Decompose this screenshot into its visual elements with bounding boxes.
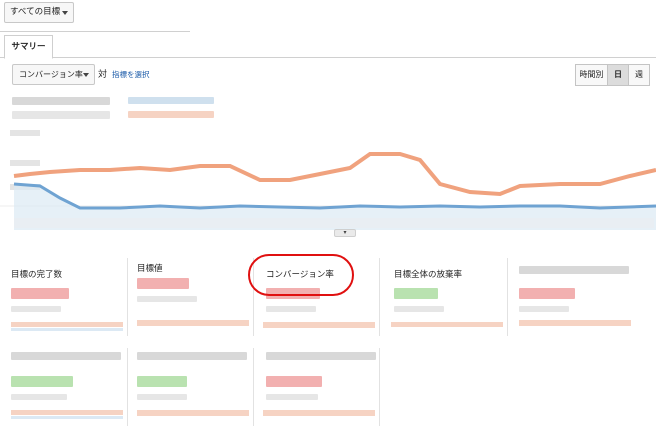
card-subvalue-blurred [137, 296, 197, 302]
period-button-hourly[interactable]: 時間別 [575, 64, 608, 86]
metric-selector-dropdown[interactable]: コンバージョン率 [12, 64, 95, 85]
y-axis-label-blurred [10, 160, 40, 166]
highlight-annotation-ring [248, 254, 354, 296]
period-toggle-group: 時間別 日 週 [575, 64, 650, 86]
period-button-day[interactable]: 日 [607, 64, 629, 86]
line-chart [0, 122, 656, 234]
card-sparkline [263, 322, 375, 328]
tab-summary[interactable]: サマリー [4, 35, 53, 59]
card-sparkline [11, 322, 123, 331]
legend-swatch-orange [128, 111, 214, 118]
card-sparkline [391, 322, 503, 327]
period-button-week[interactable]: 週 [628, 64, 650, 86]
legend-series-blurred [12, 97, 110, 105]
metric-selector-label: コンバージョン率 [19, 70, 83, 79]
card-value-blurred [266, 376, 322, 387]
tab-bar [0, 31, 656, 58]
card-title-blurred [266, 352, 376, 360]
card-subvalue-blurred [394, 306, 444, 312]
metric-card-goal-completions[interactable]: 目標の完了数 [6, 258, 128, 336]
metric-card-goal-value[interactable]: 目標値 [132, 258, 254, 336]
card-sparkline [137, 320, 249, 326]
card-sparkline [11, 410, 123, 419]
card-sparkline [263, 410, 375, 416]
metric-card-blurred[interactable] [258, 348, 380, 426]
chevron-down-icon [62, 11, 68, 15]
goal-selector-dropdown[interactable]: すべての目標 [4, 2, 74, 23]
x-axis-labels-blurred [14, 218, 654, 228]
card-value-blurred [11, 376, 73, 387]
card-value-blurred [11, 288, 69, 299]
metric-card-blurred[interactable] [132, 348, 254, 426]
y-axis-label-blurred [10, 130, 40, 136]
card-title-blurred [11, 352, 121, 360]
card-title-blurred [519, 266, 629, 274]
card-subvalue-blurred [519, 306, 569, 312]
tab-summary-label: サマリー [11, 42, 46, 52]
metric-card-total-abandonment-rate[interactable]: 目標全体の放棄率 [386, 258, 508, 336]
card-value-blurred [137, 376, 187, 387]
metric-card-blurred[interactable] [6, 348, 128, 426]
chart-resize-handle[interactable]: ▾ [334, 229, 356, 237]
metric-card-blurred[interactable] [514, 258, 636, 336]
chevron-down-icon [83, 73, 89, 77]
card-subvalue-blurred [11, 306, 61, 312]
card-title-blurred [137, 352, 247, 360]
card-subvalue-blurred [266, 394, 318, 400]
card-subvalue-blurred [11, 394, 67, 400]
card-sparkline [137, 410, 249, 416]
card-value-blurred [394, 288, 438, 299]
card-value-blurred [519, 288, 575, 299]
select-metric-link[interactable]: 指標を選択 [112, 69, 150, 80]
card-sparkline [519, 320, 631, 326]
goal-selector-label: すべての目標 [10, 7, 61, 17]
versus-label: 対 [98, 70, 108, 80]
period-button-label: 日 [614, 70, 622, 79]
card-title: 目標全体の放棄率 [394, 270, 463, 280]
legend-series-blurred [12, 111, 110, 119]
period-button-label: 時間別 [579, 70, 604, 79]
period-button-label: 週 [635, 70, 643, 79]
card-title: 目標値 [137, 264, 163, 274]
card-subvalue-blurred [137, 394, 187, 400]
card-title: 目標の完了数 [11, 270, 63, 280]
legend-swatch-blue [128, 97, 214, 104]
card-value-blurred [137, 278, 189, 289]
card-subvalue-blurred [266, 306, 316, 312]
